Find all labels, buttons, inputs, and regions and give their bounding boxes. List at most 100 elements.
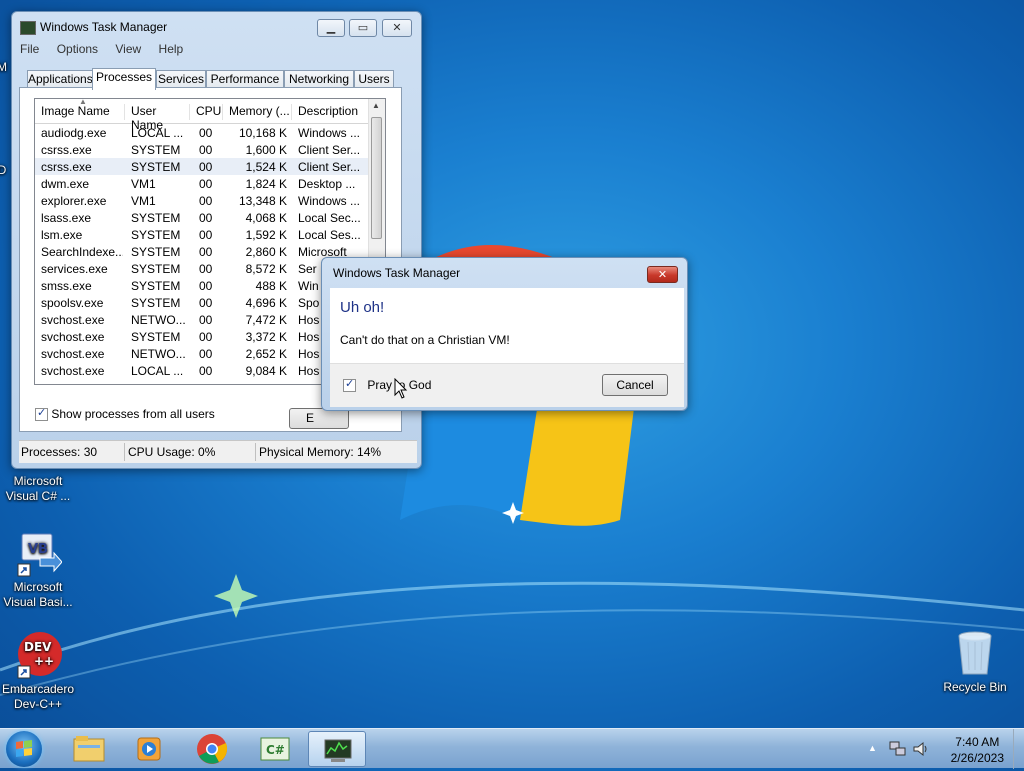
maximize-button[interactable]: ▭ [349,19,377,37]
tab-networking[interactable]: Networking [284,70,354,88]
minimize-button[interactable]: ▁ [317,19,345,37]
visual-basic-icon-text: VB [28,542,48,557]
cell-image: svchost.exe [41,347,105,361]
menu-file[interactable]: File [20,42,39,56]
cell-cpu: 00 [199,279,213,293]
desktop-icon-label: Microsoft [13,580,63,594]
table-row[interactable]: csrss.exe SYSTEM 00 1,600 K Client Ser... [35,141,371,158]
menu-options[interactable]: Options [57,42,98,56]
taskbar: C# ▲ 7:40 AM 2/26/2023 [0,728,1024,769]
desktop-icon-visual-csharp[interactable]: Microsoft Visual C# ... [0,474,78,504]
folder-icon [73,736,105,762]
cell-mem: 488 K [255,279,287,293]
taskbar-explorer[interactable] [60,731,118,767]
cell-mem: 13,348 K [238,194,287,208]
clock-date: 2/26/2023 [950,751,1004,765]
cell-cpu: 00 [199,194,213,208]
cell-image: audiodg.exe [41,126,107,140]
start-button[interactable] [6,731,42,767]
desktop-icon-label: Visual C# ... [5,489,71,503]
table-row[interactable]: dwm.exe VM1 00 1,824 K Desktop ... [35,175,371,192]
cell-mem: 1,592 K [245,228,287,242]
system-tray: ▲ 7:40 AM 2/26/2023 [854,729,1024,769]
end-process-button[interactable]: E [289,408,349,429]
cell-cpu: 00 [199,211,213,225]
desktop-icon-label: Visual Basi... [3,595,73,609]
cell-image: dwm.exe [41,177,90,191]
visual-basic-icon: VB [14,530,63,578]
cell-cpu: 00 [199,143,213,157]
task-manager-titlebar[interactable]: Windows Task Manager ▁ ▭ ✕ [12,12,421,42]
cell-desc: Windows ... [298,194,361,208]
show-desktop-button[interactable] [1013,729,1024,769]
table-row[interactable]: lsass.exe SYSTEM 00 4,068 K Local Sec... [35,209,371,226]
taskbar-visual-csharp[interactable]: C# [245,731,303,767]
table-row[interactable]: csrss.exe SYSTEM 00 1,524 K Client Ser... [35,158,371,175]
task-manager-icon [324,739,352,762]
tab-users[interactable]: Users [354,70,394,88]
cell-user: VM1 [131,194,156,208]
show-hidden-icons-icon[interactable]: ▲ [868,743,877,753]
column-memory[interactable]: Memory (... [223,104,292,120]
cell-image: smss.exe [41,279,92,293]
pray-checkbox-box[interactable] [343,377,356,393]
close-button[interactable]: ✕ [382,19,412,37]
tab-processes[interactable]: Processes [92,68,156,90]
cell-cpu: 00 [199,228,213,242]
table-row[interactable]: audiodg.exe LOCAL ... 00 10,168 K Windows ..… [35,124,371,141]
taskbar-task-manager[interactable] [308,731,366,767]
process-list-header: Image Name User Name CPU Memory (... Des… [35,98,371,132]
column-cpu[interactable]: CPU [190,104,223,120]
network-icon[interactable] [889,741,907,757]
cell-image: svchost.exe [41,330,105,344]
cell-image: svchost.exe [41,313,105,327]
cell-desc: Desktop ... [298,177,356,191]
show-all-users-checkbox[interactable]: Show processes from all users [35,406,215,422]
cell-cpu: 00 [199,177,213,191]
menu-view[interactable]: View [115,42,141,56]
cell-desc: Windows ... [298,126,361,140]
tab-services[interactable]: Services [156,70,206,88]
cancel-button[interactable]: Cancel [602,374,668,396]
status-cpu: CPU Usage: 0% [128,445,216,459]
desktop-icon-recycle-bin[interactable]: Recycle Bin [935,630,1015,695]
dialog-close-button[interactable]: ✕ [647,266,678,283]
volume-icon[interactable] [912,741,930,757]
table-row[interactable]: lsm.exe SYSTEM 00 1,592 K Local Ses... [35,226,371,243]
dialog-titlebar[interactable]: Windows Task Manager ✕ [322,258,687,288]
cell-user: SYSTEM [131,279,181,293]
taskbar-chrome[interactable] [183,731,241,767]
sort-arrow-icon: ▲ [79,98,87,106]
scroll-up-arrow-icon[interactable]: ▲ [372,101,380,110]
table-row[interactable]: explorer.exe VM1 00 13,348 K Windows ... [35,192,371,209]
dev-cpp-icon-text: DEV [24,640,52,654]
cell-cpu: 00 [199,160,213,174]
desktop-icon-dev-cpp[interactable]: DEV ++ Embarcadero Dev-C++ [0,632,78,712]
column-user-name[interactable]: User Name [125,104,190,132]
cell-mem: 1,824 K [245,177,287,191]
menu-help[interactable]: Help [159,42,184,56]
status-memory: Physical Memory: 14% [259,445,382,459]
tab-performance[interactable]: Performance [206,70,284,88]
cell-user: SYSTEM [131,143,181,157]
cell-cpu: 00 [199,347,213,361]
cell-mem: 7,472 K [245,313,287,327]
desktop-icon-label: Microsoft [13,474,63,488]
tab-applications[interactable]: Applications [27,70,93,88]
checkbox-box[interactable] [35,406,48,422]
clock-time: 7:40 AM [955,735,1000,749]
scrollbar-thumb[interactable] [371,117,382,239]
pray-checkbox[interactable]: Pray to God [343,377,431,393]
cell-image: lsm.exe [41,228,83,242]
column-description[interactable]: Description [292,104,371,120]
cell-desc: Local Ses... [298,228,361,242]
cell-mem: 1,524 K [245,160,287,174]
table-row[interactable]: SearchIndexe... SYSTEM 00 2,860 K Microsoft [35,243,371,260]
cell-user: SYSTEM [131,160,181,174]
desktop-icon-visual-basic[interactable]: VB Microsoft Visual Basi... [0,530,78,610]
clock[interactable]: 7:40 AM 2/26/2023 [951,734,1004,766]
cell-image: explorer.exe [41,194,107,208]
csharp-icon-text: C# [266,743,285,757]
cell-cpu: 00 [199,364,213,378]
taskbar-media-player[interactable] [120,731,178,767]
